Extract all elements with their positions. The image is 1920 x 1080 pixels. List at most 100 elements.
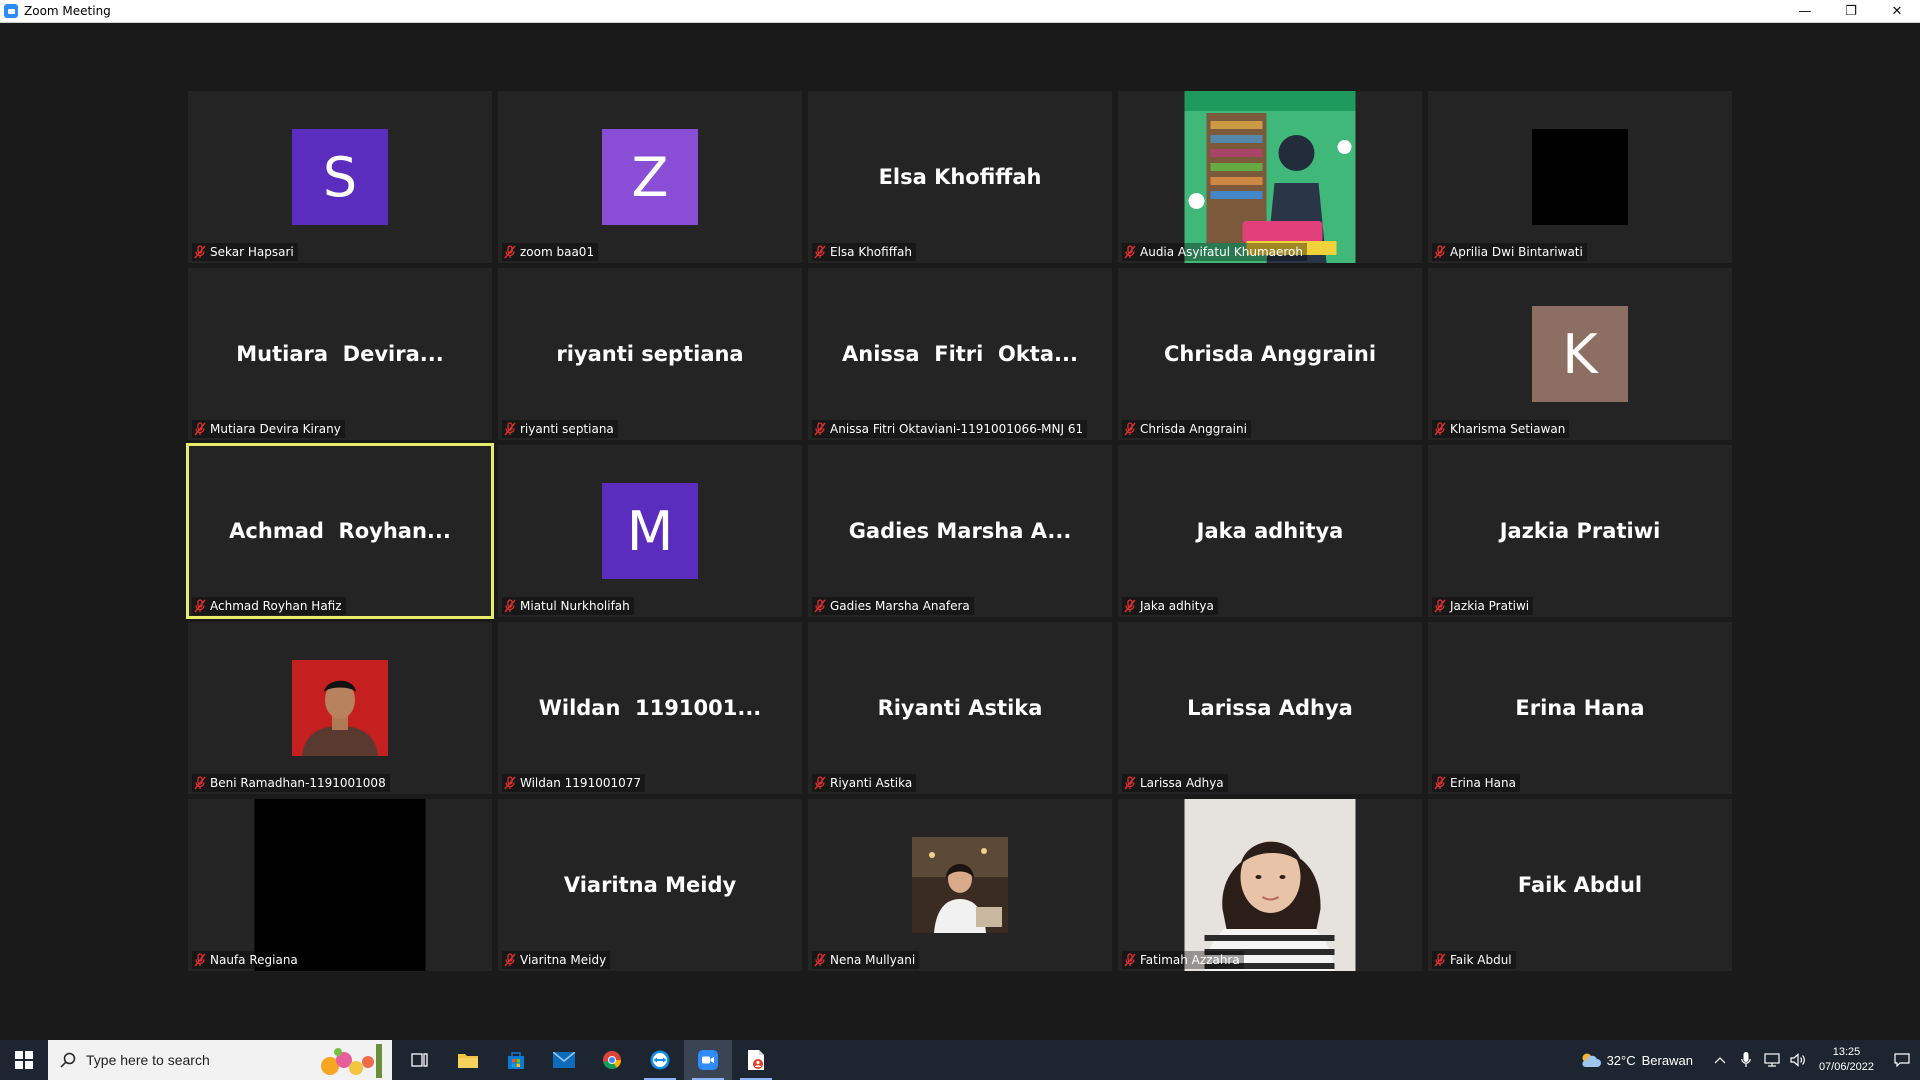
participant-tile[interactable]: Nena Mullyani (808, 799, 1112, 971)
system-tray: 32°C Berawan 13:25 07/06/2022 (1579, 1040, 1920, 1080)
minimize-button[interactable]: — (1782, 0, 1828, 22)
participant-tile[interactable]: Zzoom baa01 (498, 91, 802, 263)
participant-name: Kharisma Setiawan (1450, 422, 1566, 436)
muted-microphone-icon (504, 422, 516, 436)
participant-display-name: Larissa Adhya (1187, 696, 1353, 720)
participant-tile[interactable]: M Miatul Nurkholifah (498, 445, 802, 617)
task-view-button[interactable] (396, 1040, 444, 1080)
microphone-tray-button[interactable] (1736, 1050, 1756, 1070)
participant-name-label: Aprilia Dwi Bintariwati (1432, 243, 1587, 261)
search-icon (60, 1052, 76, 1068)
taskbar-apps (396, 1040, 780, 1080)
chevron-up-icon (1714, 1057, 1726, 1064)
close-icon: ✕ (1891, 3, 1903, 19)
microsoft-store-button[interactable] (492, 1040, 540, 1080)
muted-microphone-icon (1434, 245, 1446, 259)
participant-name: Naufa Regiana (210, 953, 298, 967)
participant-display-name: Viaritna Meidy (563, 873, 737, 897)
participant-tile[interactable]: Larissa Adhya Larissa Adhya (1118, 622, 1422, 794)
participant-name: Beni Ramadhan-1191001008 (210, 776, 386, 790)
document-viewer-button[interactable] (732, 1040, 780, 1080)
participant-tile[interactable]: riyanti septiana riyanti septiana (498, 268, 802, 440)
start-button[interactable] (0, 1040, 48, 1080)
participant-tile[interactable]: K Kharisma Setiawan (1428, 268, 1732, 440)
participant-tile[interactable]: Gadies Marsha A... Gadies Marsha Anafera (808, 445, 1112, 617)
chrome-button[interactable] (588, 1040, 636, 1080)
participant-tile[interactable]: Naufa Regiana (188, 799, 492, 971)
participant-tile[interactable]: Jazkia Pratiwi Jazkia Pratiwi (1428, 445, 1732, 617)
participant-tile[interactable]: Wildan 1191001... Wildan 1191001077 (498, 622, 802, 794)
file-explorer-button[interactable] (444, 1040, 492, 1080)
participant-display-name: Jazkia Pratiwi (1499, 519, 1661, 543)
muted-microphone-icon (504, 245, 516, 259)
participant-name-label: Beni Ramadhan-1191001008 (192, 774, 390, 792)
teamviewer-button[interactable] (636, 1040, 684, 1080)
document-icon (748, 1050, 764, 1070)
participant-name: Aprilia Dwi Bintariwati (1450, 245, 1583, 259)
participant-tile[interactable]: Beni Ramadhan-1191001008 (188, 622, 492, 794)
participant-name-label: Sekar Hapsari (192, 243, 298, 261)
weather-widget[interactable]: 32°C Berawan (1579, 1052, 1693, 1068)
meeting-gallery-view: S Sekar Hapsari Zzoom baa01 Elsa Khofiffah E… (0, 23, 1920, 1040)
participant-tile[interactable]: Anissa Fitri Okta... Anissa Fitri Oktavia… (808, 268, 1112, 440)
muted-microphone-icon (1434, 422, 1446, 436)
participant-tile[interactable]: Fatimah Azzahra (1118, 799, 1422, 971)
participant-tile[interactable]: Faik Abdul Faik Abdul (1428, 799, 1732, 971)
participant-name: Jazkia Pratiwi (1450, 599, 1530, 613)
participant-name-label: Wildan 1191001077 (502, 774, 646, 792)
participant-tile[interactable]: Erina Hana Erina Hana (1428, 622, 1732, 794)
chrome-icon (603, 1051, 621, 1070)
avatar-initial: S (322, 145, 358, 209)
participant-tile[interactable]: Viaritna Meidy Viaritna Meidy (498, 799, 802, 971)
participant-name-label: Fatimah Azzahra (1122, 951, 1244, 969)
participant-name-label: Elsa Khofiffah (812, 243, 916, 261)
participant-name-label: Chrisda Anggraini (1122, 420, 1251, 438)
muted-microphone-icon (814, 422, 826, 436)
restore-button[interactable]: ❐ (1828, 0, 1874, 22)
muted-microphone-icon (1434, 599, 1446, 613)
participant-tile[interactable]: Audia Asyifatul Khumaeroh (1118, 91, 1422, 263)
muted-microphone-icon (814, 599, 826, 613)
taskbar-clock[interactable]: 13:25 07/06/2022 (1819, 1045, 1874, 1075)
show-hidden-icons-button[interactable] (1710, 1050, 1730, 1070)
participant-name-label: Anissa Fitri Oktaviani-1191001066-MNJ 61 (812, 420, 1088, 438)
participant-name-label: zoom baa01 (502, 243, 599, 261)
participant-display-name: Gadies Marsha A... (848, 519, 1072, 543)
participant-tile[interactable]: Jaka adhitya Jaka adhitya (1118, 445, 1422, 617)
mail-button[interactable] (540, 1040, 588, 1080)
participant-display-name: Riyanti Astika (877, 696, 1043, 720)
participant-name: Audia Asyifatul Khumaeroh (1140, 245, 1303, 259)
task-view-icon (411, 1053, 428, 1067)
participant-tile[interactable]: Chrisda Anggraini Chrisda Anggraini (1118, 268, 1422, 440)
microphone-icon (1741, 1052, 1751, 1067)
network-tray-button[interactable] (1762, 1050, 1782, 1070)
muted-microphone-icon (1124, 776, 1136, 790)
windows-logo-icon (15, 1051, 33, 1069)
participant-name-label: Achmad Royhan Hafiz (192, 597, 346, 615)
participant-avatar: M (602, 483, 698, 579)
muted-microphone-icon (504, 776, 516, 790)
participant-avatar: S (292, 129, 388, 225)
muted-microphone-icon (814, 953, 826, 967)
muted-microphone-icon (1434, 776, 1446, 790)
participant-tile[interactable]: Achmad Royhan... Achmad Royhan Hafiz (186, 443, 494, 619)
zoom-app-icon (4, 4, 18, 18)
zoom-taskbar-button[interactable] (684, 1040, 732, 1080)
participant-name: Chrisda Anggraini (1140, 422, 1247, 436)
participant-tile[interactable]: Aprilia Dwi Bintariwati (1428, 91, 1732, 263)
muted-microphone-icon (1124, 599, 1136, 613)
participant-display-name: Faik Abdul (1517, 873, 1643, 897)
participant-name-label: Erina Hana (1432, 774, 1520, 792)
volume-tray-button[interactable] (1788, 1050, 1808, 1070)
close-button[interactable]: ✕ (1874, 0, 1920, 22)
participant-tile[interactable]: Elsa Khofiffah Elsa Khofiffah (808, 91, 1112, 263)
muted-microphone-icon (814, 245, 826, 259)
participant-name: riyanti septiana (520, 422, 614, 436)
participant-tile[interactable]: S Sekar Hapsari (188, 91, 492, 263)
muted-microphone-icon (1124, 953, 1136, 967)
muted-microphone-icon (504, 953, 516, 967)
participant-tile[interactable]: Riyanti Astika Riyanti Astika (808, 622, 1112, 794)
participant-tile[interactable]: Mutiara Devira... Mutiara Devira Kirany (188, 268, 492, 440)
taskbar-search-box[interactable]: Type here to search (48, 1040, 392, 1080)
notification-center-button[interactable] (1884, 1040, 1920, 1080)
